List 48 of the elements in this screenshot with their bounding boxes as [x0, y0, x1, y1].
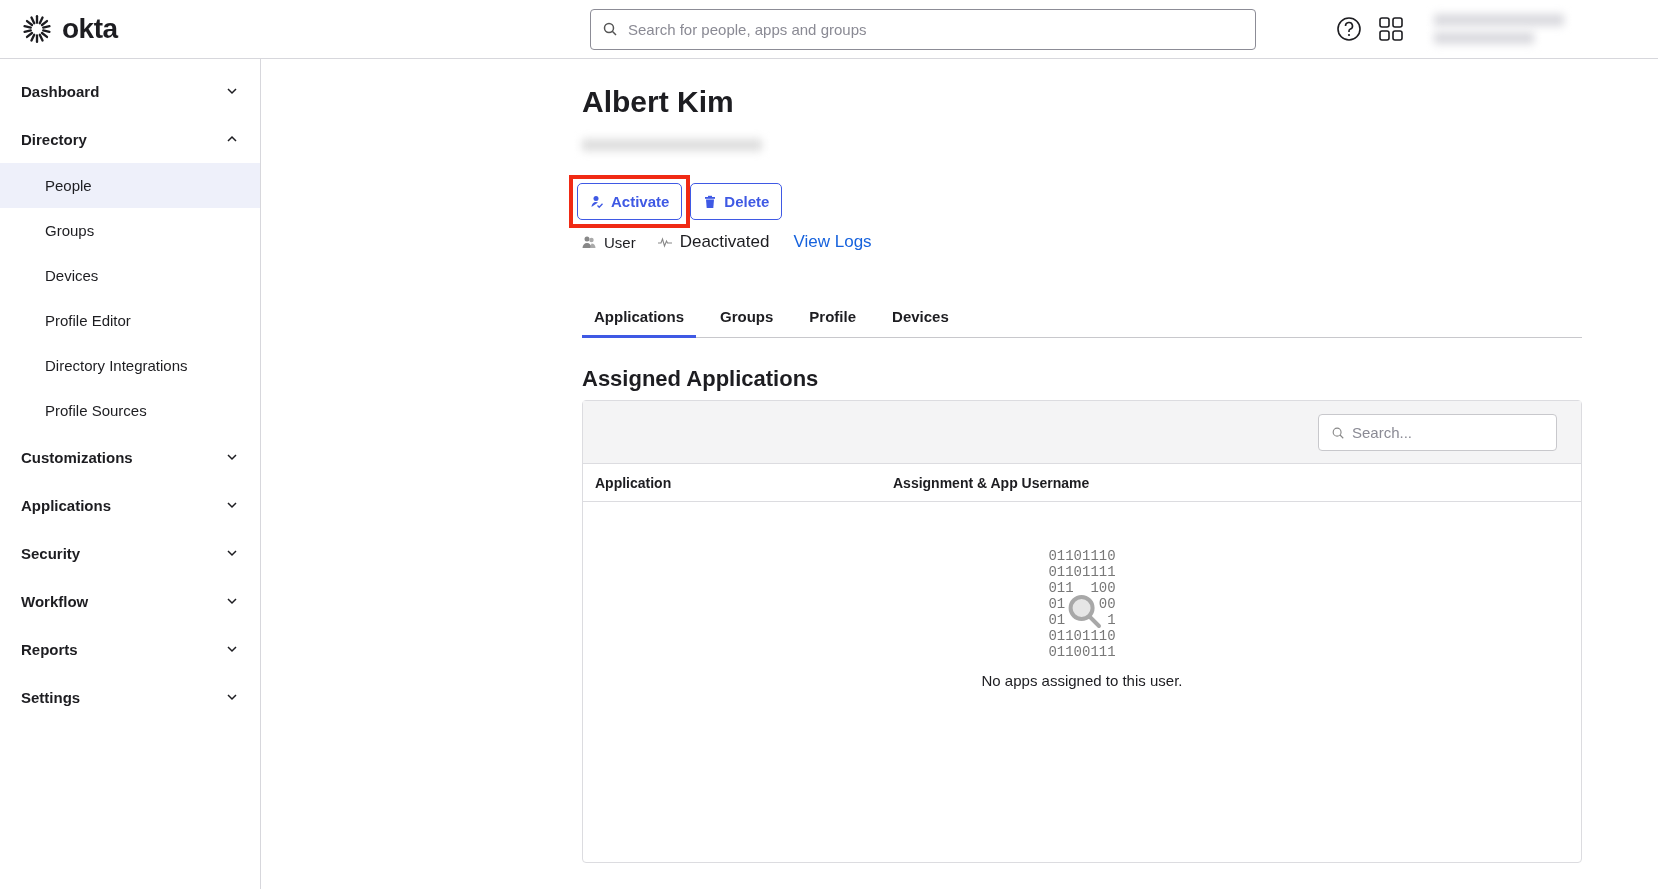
activate-button[interactable]: Activate [577, 183, 683, 220]
logo-text: okta [62, 13, 118, 45]
sidebar-item[interactable]: Devices [0, 253, 260, 298]
sidebar-section[interactable]: Reports [0, 625, 260, 673]
chevron-down-icon [226, 499, 238, 511]
chevron-down-icon [226, 643, 238, 655]
search-icon [602, 20, 618, 37]
search-field[interactable]: Search for people, apps and groups [590, 8, 1256, 50]
empty-message: No apps assigned to this user. [981, 672, 1183, 689]
sidebar-item[interactable]: Groups [0, 208, 260, 253]
sidebar-section[interactable]: Customizations [0, 433, 260, 481]
column-header: Assignment & App Username [893, 474, 1090, 491]
pulse-icon [657, 235, 672, 249]
app-grid-icon[interactable] [1378, 16, 1404, 42]
tab[interactable]: Groups [708, 300, 786, 338]
search-icon [1331, 425, 1345, 440]
sidebar-item[interactable]: Profile Sources [0, 388, 260, 433]
sidebar-section[interactable]: Dashboard [0, 67, 260, 115]
sidebar-section[interactable]: Workflow [0, 577, 260, 625]
column-header: Application [594, 474, 673, 491]
section-title: Assigned Applications [582, 366, 820, 392]
chevron-down-icon [226, 547, 238, 559]
sidebar-section[interactable]: Settings [0, 673, 260, 721]
sidebar-section[interactable]: Security [0, 529, 260, 577]
sidebar-item[interactable]: People [0, 163, 260, 208]
people-icon [582, 235, 596, 249]
binary-magnifier-drawing: 01101110 01101111 011 100 01 00 01 1 01101110 01100111 [1048, 548, 1116, 660]
sidebar-section[interactable]: Directory [0, 115, 260, 163]
view-logs-link[interactable]: View Logs [793, 232, 872, 252]
meta-label: Deactivated [679, 232, 770, 252]
meta-label: User [604, 233, 636, 251]
chevron-down-icon [226, 85, 238, 97]
sidebar-item[interactable]: Profile Editor [0, 298, 260, 343]
trash-icon [703, 194, 718, 209]
delete-button[interactable]: Delete [690, 183, 783, 220]
sidebar-item[interactable]: Directory Integrations [0, 343, 260, 388]
tab[interactable]: Applications [582, 300, 696, 338]
user-name: Albert Kim [582, 84, 735, 120]
tab[interactable]: Devices [880, 300, 961, 338]
chevron-down-icon [226, 595, 238, 607]
search-field[interactable]: Search... [1318, 413, 1557, 451]
chevron-down-icon [226, 691, 238, 703]
sunburst-logo-icon [20, 12, 54, 46]
chevron-down-icon [226, 451, 238, 463]
person-check-icon [590, 194, 604, 209]
sidebar-section[interactable]: Applications [0, 481, 260, 529]
help-icon[interactable] [1336, 16, 1362, 42]
tab[interactable]: Profile [797, 300, 869, 338]
